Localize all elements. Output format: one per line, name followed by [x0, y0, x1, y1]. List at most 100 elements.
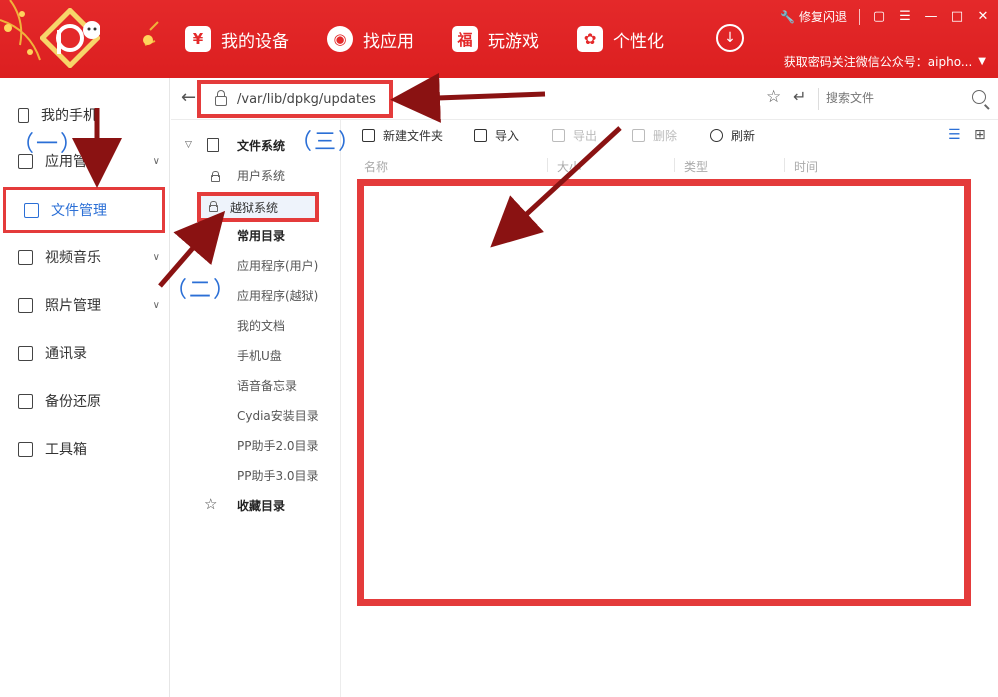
- list-icon: ☰: [207, 226, 219, 241]
- divider: [818, 88, 819, 110]
- tree-dir-item[interactable]: Cydia安装目录: [171, 400, 341, 430]
- action-label: 导出: [573, 129, 598, 143]
- tree-label: 收藏目录: [237, 498, 286, 513]
- import-button[interactable]: 导入: [474, 127, 519, 144]
- path-field[interactable]: /var/lib/dpkg/updates: [197, 80, 393, 118]
- nav-play-games[interactable]: 福 玩游戏: [452, 20, 539, 58]
- nav-label: 个性化: [613, 31, 664, 52]
- wechat-tip[interactable]: 获取密码关注微信公众号：aipho... ▼: [784, 53, 986, 70]
- sidebar-item-label: 照片管理: [45, 298, 101, 314]
- tree-label: 语音备忘录: [237, 378, 298, 393]
- annotation-three: （三）: [290, 130, 363, 155]
- file-list-area[interactable]: [357, 179, 971, 606]
- phone-icon: [18, 107, 29, 123]
- chevron-down-icon: ∨: [152, 299, 160, 311]
- tree-user-system[interactable]: 用户系统: [171, 160, 341, 190]
- chevron-down-icon: ▼: [978, 56, 986, 67]
- column-name[interactable]: 名称: [364, 158, 388, 175]
- nav-my-device[interactable]: ¥ 我的设备: [185, 20, 289, 58]
- sidebar: 我的手机 应用管理 ∨ 文件管理 视频音乐 ∨ 照片管理 ∨ 通讯录 备份还原 …: [0, 78, 170, 697]
- tree-label: 常用目录: [237, 228, 286, 243]
- tree-common-dirs[interactable]: ▽ ☰ 常用目录: [171, 220, 341, 250]
- column-size[interactable]: 大小: [557, 158, 581, 175]
- column-type[interactable]: 类型: [684, 158, 708, 175]
- address-bar: ← /var/lib/dpkg/updates ☆ ↵: [171, 78, 998, 120]
- tree-label: 应用程序(越狱): [237, 288, 319, 303]
- new-folder-button[interactable]: 新建文件夹: [362, 127, 443, 144]
- tree-dir-item[interactable]: 我的文档: [171, 310, 341, 340]
- toolbox-icon: [18, 441, 33, 457]
- tree-label: Cydia安装目录: [237, 408, 319, 423]
- app-header: ¥ 我的设备 ◉ 找应用 福 玩游戏 ✿ 个性化 ↓ 🔧 修复闪退 ▢ ☰ — …: [0, 0, 998, 78]
- tree-dir-item[interactable]: 手机U盘: [171, 340, 341, 370]
- nav-label: 找应用: [363, 31, 414, 52]
- sidebar-item-label: 文件管理: [51, 203, 107, 219]
- sidebar-item-backup[interactable]: 备份还原: [0, 378, 170, 424]
- enter-icon[interactable]: ↵: [793, 87, 806, 106]
- tree-label: 用户系统: [237, 168, 286, 183]
- minimize-icon[interactable]: —: [924, 9, 938, 24]
- close-icon[interactable]: ✕: [976, 9, 990, 24]
- tree-label: 应用程序(用户): [237, 258, 319, 273]
- sidebar-item-label: 工具箱: [45, 442, 87, 458]
- trash-icon: [632, 129, 645, 142]
- column-headers: 名称 大小 类型 时间: [342, 152, 998, 178]
- sidebar-item-photo-manage[interactable]: 照片管理 ∨: [0, 282, 170, 328]
- menu-icon[interactable]: ☰: [898, 9, 912, 24]
- lock-icon: [211, 171, 220, 182]
- star-icon[interactable]: ☆: [766, 87, 781, 107]
- tree-jailbreak-system[interactable]: 越狱系统: [197, 192, 319, 222]
- feedback-icon[interactable]: ▢: [872, 9, 886, 24]
- repair-label: 修复闪退: [798, 10, 847, 24]
- unlock-icon: [209, 201, 218, 212]
- back-arrow-icon[interactable]: ←: [181, 87, 196, 108]
- expand-icon[interactable]: ▽: [185, 230, 192, 240]
- path-text: /var/lib/dpkg/updates: [237, 91, 376, 107]
- tree-dir-item[interactable]: PP助手2.0目录: [171, 430, 341, 460]
- tree-label: 文件系统: [237, 138, 286, 153]
- sidebar-item-label: 备份还原: [45, 394, 101, 410]
- sidebar-item-file-manage[interactable]: 文件管理: [3, 187, 165, 233]
- refresh-button[interactable]: 刷新: [710, 127, 755, 144]
- device-icon: ¥: [185, 26, 211, 52]
- sidebar-item-contacts[interactable]: 通讯录: [0, 330, 170, 376]
- tree-label: PP助手2.0目录: [237, 438, 319, 453]
- repair-crash-button[interactable]: 🔧 修复闪退: [780, 8, 847, 25]
- tree-dir-item[interactable]: 语音备忘录: [171, 370, 341, 400]
- download-icon[interactable]: ↓: [716, 24, 744, 52]
- grid-view-icon[interactable]: ⊞: [974, 127, 986, 143]
- maximize-icon[interactable]: □: [950, 9, 964, 24]
- top-nav: ¥ 我的设备 ◉ 找应用 福 玩游戏 ✿ 个性化: [185, 20, 702, 58]
- divider: [784, 158, 785, 172]
- nav-personalize[interactable]: ✿ 个性化: [577, 20, 664, 58]
- backup-icon: [18, 393, 33, 409]
- tree-label: 我的文档: [237, 318, 286, 333]
- export-button[interactable]: 导出: [552, 127, 597, 144]
- export-icon: [552, 129, 565, 142]
- action-label: 删除: [653, 129, 678, 143]
- photo-icon: [18, 297, 33, 313]
- delete-button[interactable]: 删除: [632, 127, 677, 144]
- tree-dir-item[interactable]: PP助手3.0目录: [171, 460, 341, 490]
- list-view-icon[interactable]: ☰: [948, 127, 961, 143]
- file-tree: ▽ 文件系统 用户系统 越狱系统 ▽ ☰ 常用目录 应用程序(用户) 应用程序(…: [171, 120, 341, 697]
- expand-icon[interactable]: ▽: [185, 140, 192, 150]
- refresh-icon: [710, 129, 723, 142]
- tree-label: PP助手3.0目录: [237, 468, 319, 483]
- annotation-two: （二）: [165, 278, 238, 303]
- sidebar-item-video-music[interactable]: 视频音乐 ∨: [0, 234, 170, 280]
- column-time[interactable]: 时间: [794, 158, 818, 175]
- nav-label: 我的设备: [221, 31, 289, 52]
- tree-favorites[interactable]: ☆ 收藏目录: [171, 490, 341, 520]
- sidebar-item-toolbox[interactable]: 工具箱: [0, 426, 170, 472]
- new-folder-icon: [362, 129, 375, 142]
- nav-find-apps[interactable]: ◉ 找应用: [327, 20, 414, 58]
- search-input[interactable]: [826, 87, 966, 109]
- search-icon[interactable]: [972, 90, 986, 104]
- star-icon: ☆: [204, 495, 218, 513]
- game-icon: 福: [452, 26, 478, 52]
- nav-label: 玩游戏: [488, 31, 539, 52]
- divider: [674, 158, 675, 172]
- tree-label: 手机U盘: [237, 348, 282, 363]
- folder-icon: [24, 202, 39, 218]
